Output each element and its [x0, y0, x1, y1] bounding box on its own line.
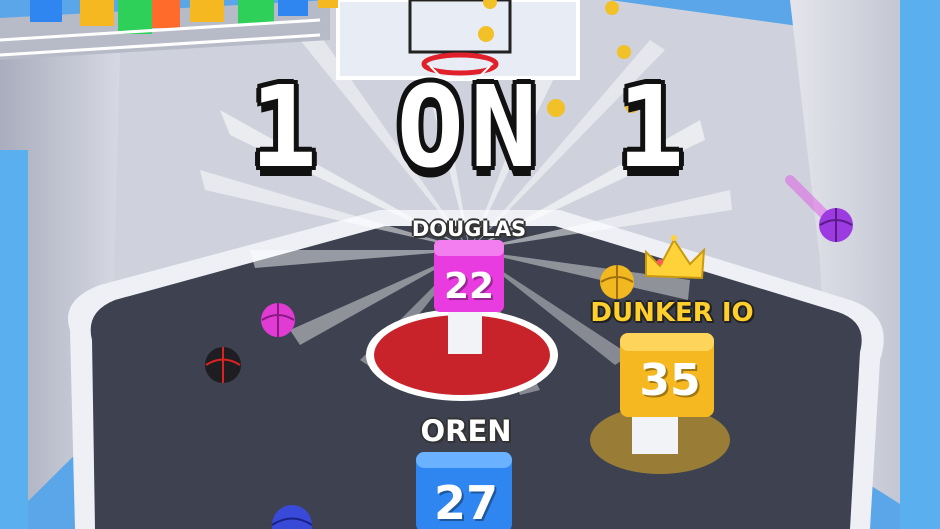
game-scene: 1 ON 1 DOUGLAS 22 DUNKER IO 35 OREN 27 — [0, 0, 940, 529]
ball-black — [205, 347, 241, 383]
ball-magenta-left — [261, 303, 295, 337]
player-score-douglas: 22 — [443, 266, 495, 307]
player-name-oren: OREN — [420, 414, 512, 448]
player-score-oren: 27 — [433, 476, 499, 529]
player-name-douglas: DOUGLAS — [411, 217, 527, 241]
player-name-dunker: DUNKER IO — [590, 298, 754, 328]
game-title: 1 ON 1 — [249, 63, 691, 193]
ball-gold — [600, 265, 634, 299]
player-score-dunker: 35 — [639, 355, 701, 406]
